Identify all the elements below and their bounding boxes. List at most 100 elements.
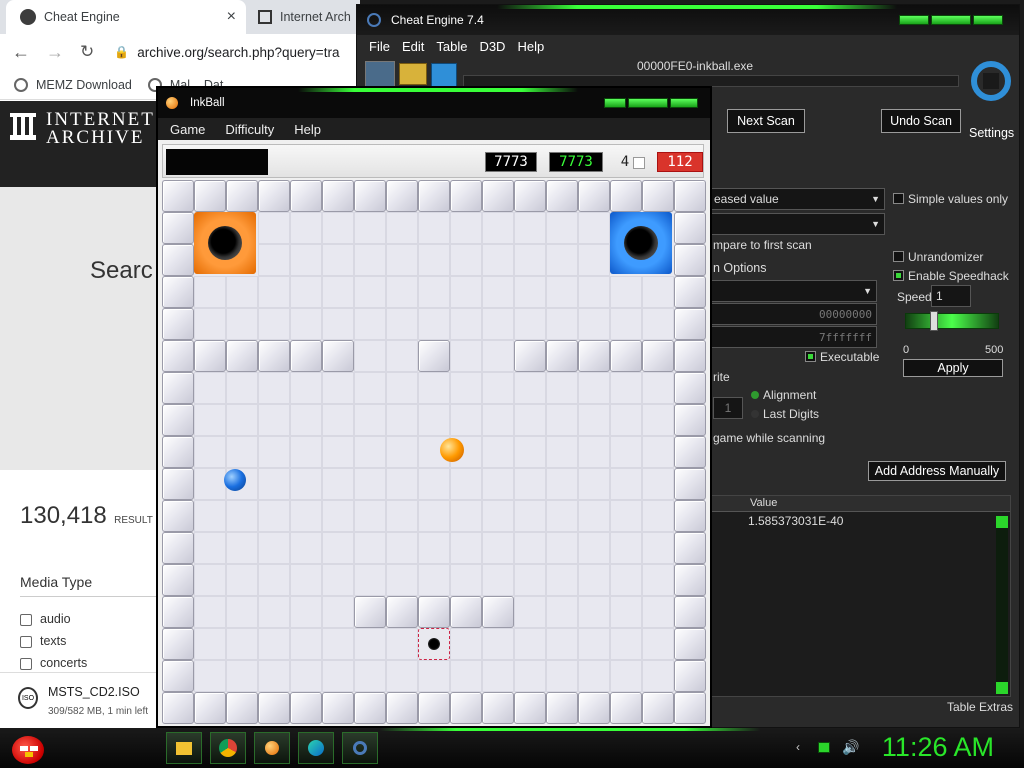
- menu-d3d[interactable]: D3D: [479, 39, 505, 54]
- scan-type-select[interactable]: eased value ▼: [709, 188, 885, 210]
- add-address-button[interactable]: Add Address Manually: [868, 461, 1006, 481]
- wall-block: [546, 692, 578, 724]
- reload-icon[interactable]: ↻: [80, 42, 94, 62]
- scrollbar[interactable]: [996, 516, 1008, 694]
- apply-button[interactable]: Apply: [903, 359, 1003, 377]
- slider-handle[interactable]: [930, 311, 938, 331]
- executable-checkbox[interactable]: Executable: [805, 350, 879, 364]
- maximize-button[interactable]: [931, 15, 971, 25]
- settings-link[interactable]: Settings: [969, 126, 1014, 140]
- open-folder-icon[interactable]: [399, 63, 427, 85]
- bookmark-memz[interactable]: MEMZ Download: [36, 78, 132, 92]
- floor-tile: [290, 660, 322, 692]
- media-type-audio[interactable]: audio: [20, 612, 71, 626]
- simple-values-checkbox[interactable]: Simple values only: [893, 192, 1008, 206]
- wall-block: [290, 180, 322, 212]
- alignment-value-field[interactable]: 1: [713, 397, 743, 419]
- value-column-header[interactable]: Value: [750, 497, 777, 509]
- value-type-select[interactable]: ▼: [709, 213, 885, 235]
- next-scan-button[interactable]: Next Scan: [727, 109, 805, 133]
- game-board[interactable]: [162, 180, 706, 724]
- floor-tile: [258, 244, 290, 276]
- maximize-button[interactable]: [628, 98, 668, 108]
- media-type-texts[interactable]: texts: [20, 634, 66, 648]
- floor-tile: [450, 372, 482, 404]
- memory-region-select[interactable]: ▼: [709, 280, 877, 302]
- speed-input[interactable]: 1: [931, 285, 971, 307]
- speed-label: Speed: [897, 290, 932, 304]
- file-explorer-icon[interactable]: [166, 732, 202, 764]
- wall-block: [386, 692, 418, 724]
- back-icon[interactable]: ←: [12, 42, 30, 63]
- minimize-button[interactable]: [899, 15, 929, 25]
- checkbox[interactable]: [893, 270, 904, 281]
- checkbox[interactable]: [20, 613, 32, 626]
- save-icon[interactable]: [431, 63, 457, 87]
- wall-block: [162, 564, 194, 596]
- menu-help[interactable]: Help: [517, 39, 544, 54]
- cheat-engine-icon[interactable]: [342, 732, 378, 764]
- menu-help[interactable]: Help: [294, 122, 321, 137]
- stop-address-field[interactable]: 7fffffff: [709, 326, 877, 348]
- floor-tile: [450, 660, 482, 692]
- inkball-icon[interactable]: [254, 732, 290, 764]
- volume-icon[interactable]: 🔊: [842, 739, 859, 756]
- close-button[interactable]: [670, 98, 698, 108]
- forward-icon[interactable]: →: [46, 42, 64, 63]
- table-extras-link[interactable]: Table Extras: [947, 700, 1013, 714]
- menu-file[interactable]: File: [369, 39, 390, 54]
- browser-tab-cheat-engine[interactable]: Cheat Engine ×: [6, 0, 246, 34]
- compare-first-scan-label[interactable]: mpare to first scan: [713, 238, 812, 252]
- checkbox[interactable]: [893, 193, 904, 204]
- pause-game-label[interactable]: game while scanning: [713, 431, 825, 445]
- network-icon[interactable]: [818, 742, 830, 753]
- process-select-icon[interactable]: [365, 61, 395, 87]
- wall-block: [674, 404, 706, 436]
- wall-block: [194, 692, 226, 724]
- checkbox-label: concerts: [40, 656, 88, 670]
- checkbox[interactable]: [20, 635, 32, 648]
- wall-block: [674, 244, 706, 276]
- edge-icon[interactable]: [298, 732, 334, 764]
- speedhack-checkbox[interactable]: Enable Speedhack: [893, 269, 1009, 283]
- archive-logo-icon[interactable]: [10, 113, 36, 141]
- start-address-field[interactable]: 00000000: [709, 303, 877, 325]
- wall-block: [546, 180, 578, 212]
- window-controls[interactable]: [604, 98, 698, 108]
- start-icon[interactable]: [8, 730, 48, 766]
- floor-tile: [578, 596, 610, 628]
- address-table[interactable]: Value 1.585373031E-40: [709, 495, 1011, 697]
- wall-block: [674, 212, 706, 244]
- floor-tile: [482, 212, 514, 244]
- menu-difficulty[interactable]: Difficulty: [225, 122, 274, 137]
- tab-close-icon[interactable]: ×: [227, 8, 236, 26]
- checkbox[interactable]: [805, 351, 816, 362]
- browser-tab-internet-archive[interactable]: Internet Arch: [252, 0, 360, 34]
- floor-tile: [610, 564, 642, 596]
- menu-edit[interactable]: Edit: [402, 39, 424, 54]
- undo-scan-button[interactable]: Undo Scan: [881, 109, 961, 133]
- clock[interactable]: 11:26 AM: [882, 732, 994, 763]
- last-digits-radio[interactable]: Last Digits: [751, 407, 819, 421]
- menu-game[interactable]: Game: [170, 122, 205, 137]
- checkbox[interactable]: [20, 657, 32, 670]
- minimize-button[interactable]: [604, 98, 626, 108]
- address-bar[interactable]: archive.org/search.php?query=tra: [137, 45, 339, 60]
- close-button[interactable]: [973, 15, 1003, 25]
- floor-tile: [354, 404, 386, 436]
- menu-table[interactable]: Table: [436, 39, 467, 54]
- show-hidden-icons[interactable]: ‹: [796, 740, 800, 754]
- unrandomizer-checkbox[interactable]: Unrandomizer: [893, 250, 983, 264]
- chrome-icon[interactable]: [210, 732, 246, 764]
- window-controls[interactable]: [899, 15, 1003, 25]
- wall-block: [674, 180, 706, 212]
- floor-tile: [482, 340, 514, 372]
- floor-tile: [642, 660, 674, 692]
- alignment-radio[interactable]: Alignment: [751, 388, 816, 402]
- speed-slider[interactable]: [905, 311, 999, 331]
- floor-tile: [450, 628, 482, 660]
- checkbox[interactable]: [893, 251, 904, 262]
- ce-big-logo-icon[interactable]: [967, 59, 1013, 111]
- media-type-concerts[interactable]: concerts: [20, 656, 87, 670]
- table-row[interactable]: 1.585373031E-40: [710, 512, 1010, 530]
